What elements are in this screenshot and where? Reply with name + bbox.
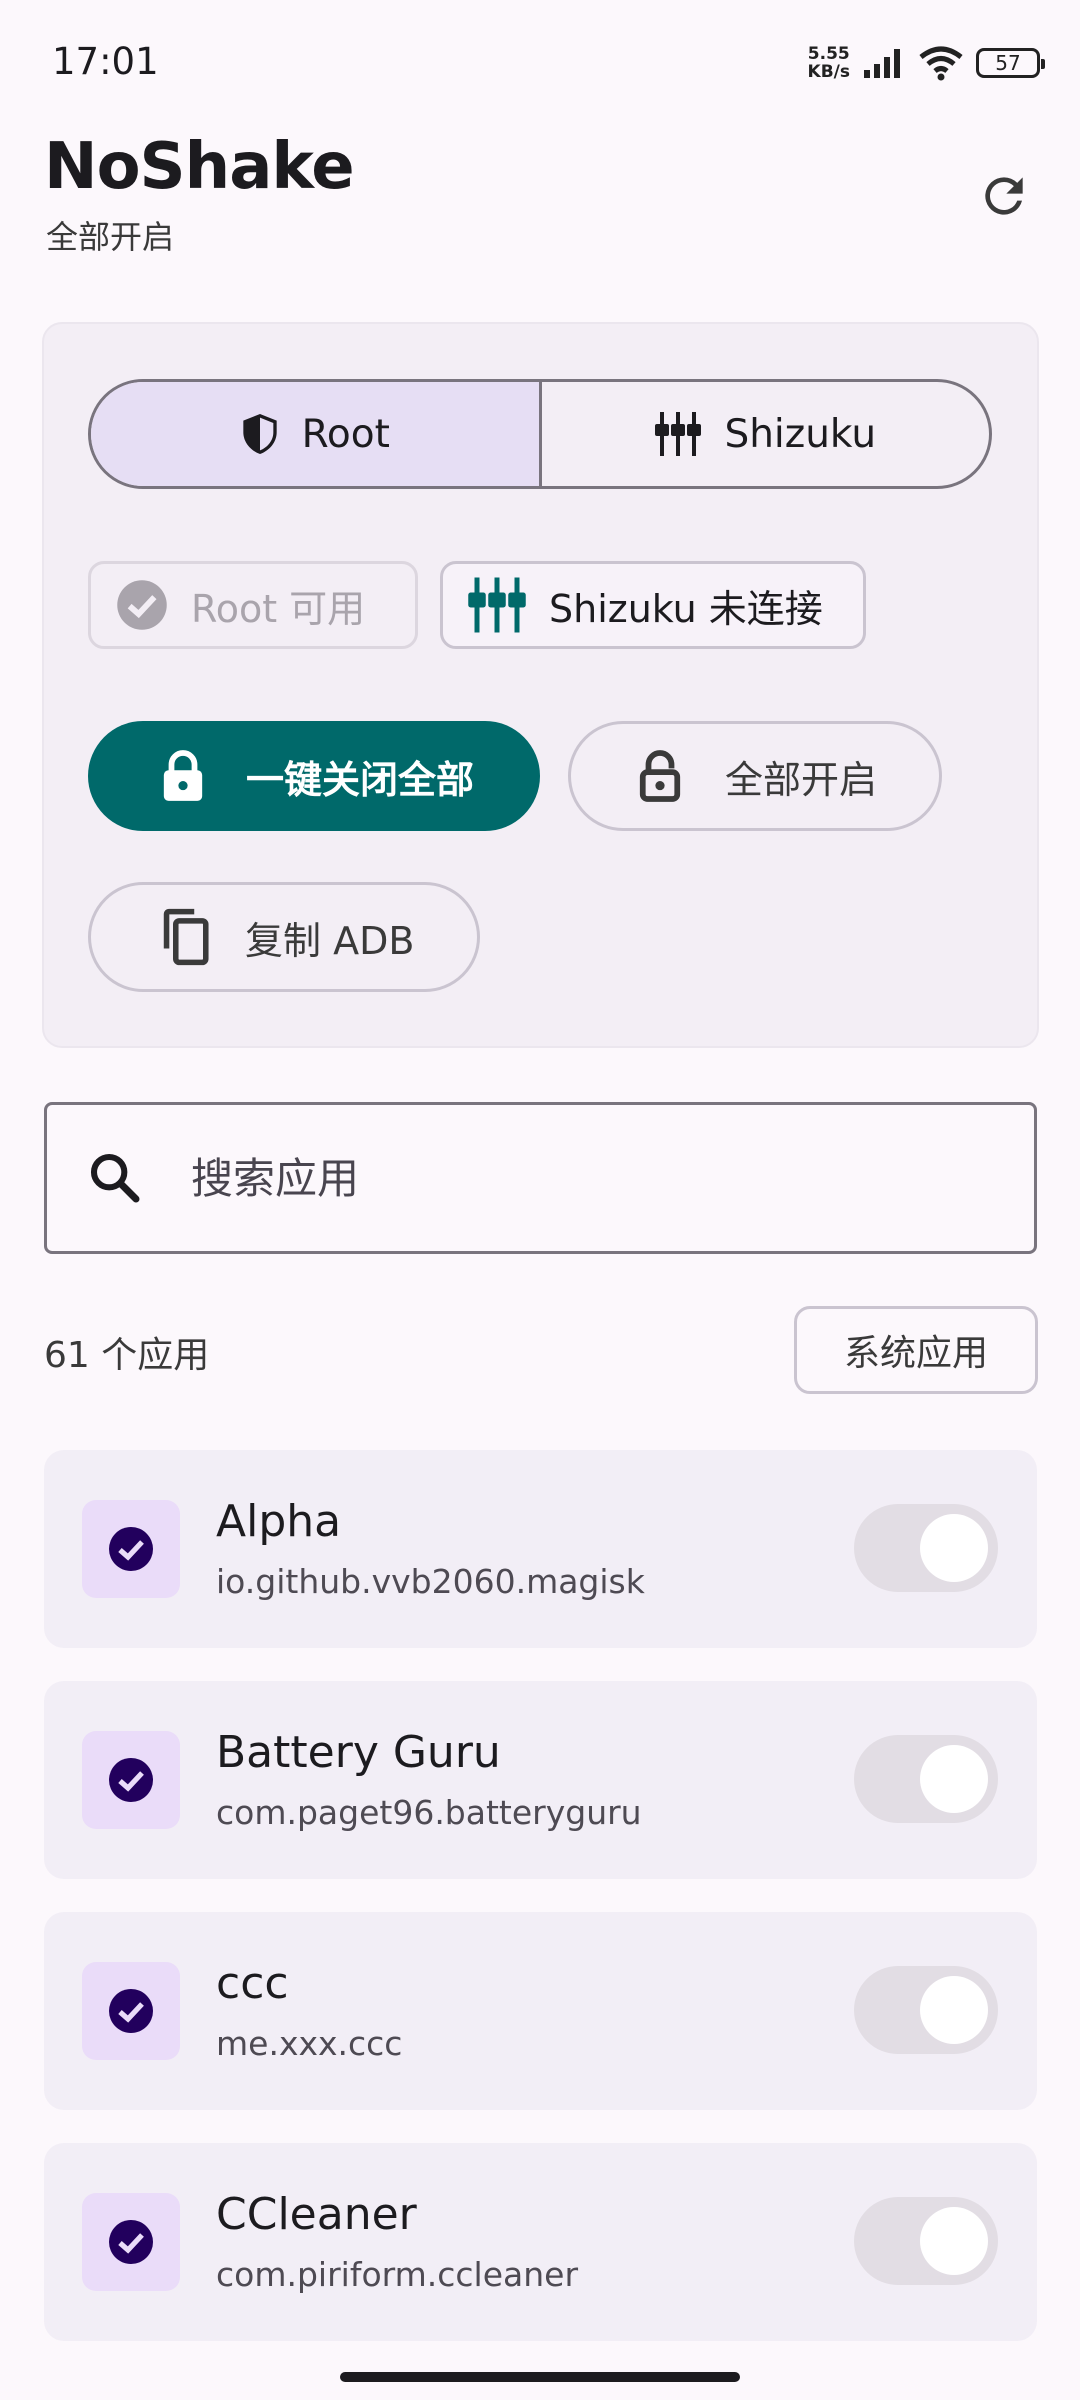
check-circle-icon <box>109 1989 153 2033</box>
status-icons: 5.55 KB/s 57 <box>807 40 1045 86</box>
search-input[interactable] <box>191 1153 971 1203</box>
list-item[interactable]: Battery Guru com.paget96.batteryguru <box>44 1681 1037 1879</box>
toggle-knob <box>920 1514 988 1582</box>
app-name: Alpha <box>216 1496 342 1547</box>
signal-icon <box>864 49 900 78</box>
toggle-knob <box>920 1745 988 1813</box>
copy-adb-button[interactable]: 复制 ADB <box>88 882 480 992</box>
app-checkbox[interactable] <box>82 2193 180 2291</box>
network-speed: 5.55 KB/s <box>807 44 850 82</box>
app-toggle[interactable] <box>854 1735 998 1823</box>
shizuku-icon <box>468 577 526 633</box>
refresh-button[interactable] <box>966 158 1042 234</box>
list-item[interactable]: Alpha io.github.vvb2060.magisk <box>44 1450 1037 1648</box>
app-checkbox[interactable] <box>82 1962 180 2060</box>
shizuku-icon <box>655 412 702 456</box>
mode-shizuku-label: Shizuku <box>724 411 877 457</box>
check-circle-icon <box>109 1527 153 1571</box>
battery-indicator: 57 <box>976 48 1045 78</box>
check-circle-icon <box>109 2220 153 2264</box>
app-package: io.github.vvb2060.magisk <box>216 1562 645 1601</box>
search-field[interactable] <box>44 1102 1037 1254</box>
status-time: 17:01 <box>52 40 159 83</box>
mode-shizuku-segment[interactable]: Shizuku <box>538 382 990 486</box>
shizuku-status-chip[interactable]: Shizuku 未连接 <box>440 561 866 649</box>
toggle-knob <box>920 2207 988 2275</box>
app-toggle[interactable] <box>854 1966 998 2054</box>
search-icon <box>90 1153 140 1203</box>
shield-icon <box>242 414 277 454</box>
refresh-icon <box>985 177 1023 215</box>
check-circle-icon <box>117 580 167 630</box>
app-checkbox[interactable] <box>82 1731 180 1829</box>
root-status-chip[interactable]: Root 可用 <box>88 561 418 649</box>
wifi-icon <box>919 46 963 81</box>
mode-selector: Root Shizuku <box>88 379 992 489</box>
page-subtitle: 全部开启 <box>46 218 175 256</box>
app-name: Battery Guru <box>216 1727 501 1778</box>
app-package: com.piriform.ccleaner <box>216 2255 579 2294</box>
gesture-nav-handle[interactable] <box>340 2372 740 2382</box>
root-status-label: Root 可用 <box>191 586 366 631</box>
check-circle-icon <box>109 1758 153 1802</box>
list-item[interactable]: CCleaner com.piriform.ccleaner <box>44 2143 1037 2341</box>
disable-all-label: 一键关闭全部 <box>246 757 475 802</box>
enable-all-label: 全部开启 <box>725 757 878 802</box>
page-title: NoShake <box>44 130 355 204</box>
shizuku-status-label: Shizuku 未连接 <box>549 586 823 631</box>
app-name: CCleaner <box>216 2189 417 2240</box>
mode-root-segment[interactable]: Root <box>91 382 539 486</box>
disable-all-button[interactable]: 一键关闭全部 <box>88 721 540 831</box>
system-apps-button[interactable]: 系统应用 <box>794 1306 1038 1394</box>
app-name: ccc <box>216 1958 289 2009</box>
lock-open-icon <box>639 750 681 802</box>
list-item[interactable]: ccc me.xxx.ccc <box>44 1912 1037 2110</box>
app-package: com.paget96.batteryguru <box>216 1793 642 1832</box>
copy-icon <box>163 908 209 966</box>
lock-icon <box>163 750 203 801</box>
enable-all-button[interactable]: 全部开启 <box>568 721 942 831</box>
app-toggle[interactable] <box>854 2197 998 2285</box>
copy-adb-label: 复制 ADB <box>245 918 415 963</box>
app-count: 61 个应用 <box>44 1335 210 1376</box>
mode-root-label: Root <box>301 411 390 457</box>
app-package: me.xxx.ccc <box>216 2024 403 2063</box>
toggle-knob <box>920 1976 988 2044</box>
app-toggle[interactable] <box>854 1504 998 1592</box>
app-checkbox[interactable] <box>82 1500 180 1598</box>
